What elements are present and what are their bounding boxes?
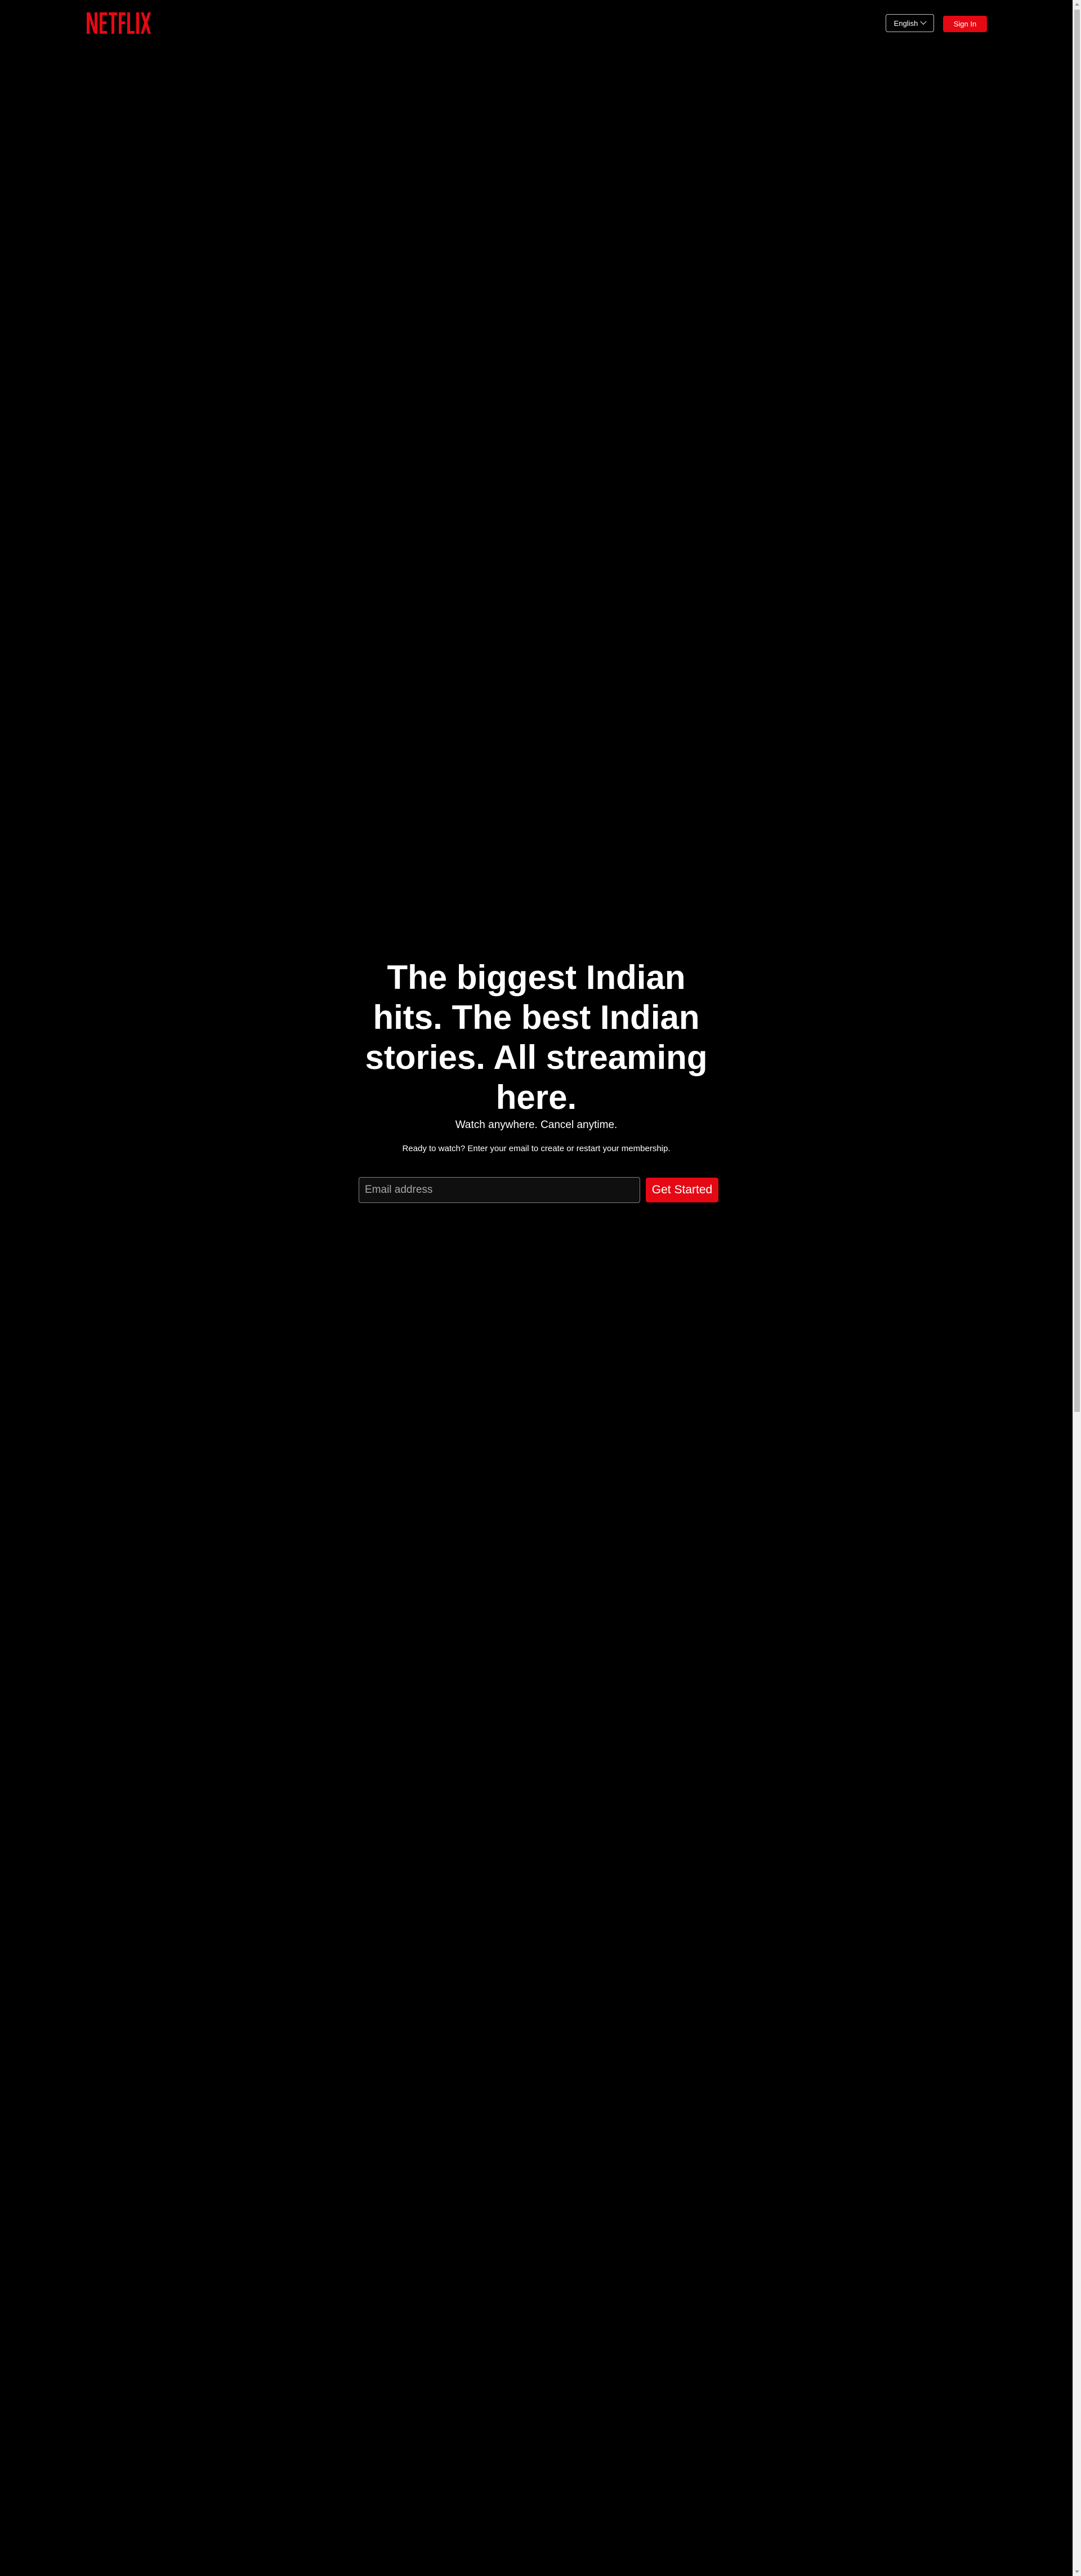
hero-section: The biggest Indian hits. The best Indian… — [349, 957, 723, 1155]
netflix-logo-icon — [87, 12, 151, 34]
scroll-up-arrow-icon[interactable] — [1075, 3, 1079, 6]
language-select[interactable]: English — [886, 14, 934, 32]
header: English Sign In — [0, 0, 1073, 47]
hero-subtitle: Watch anywhere. Cancel anytime. — [455, 1119, 618, 1131]
page: English Sign In The biggest Indian hits.… — [0, 0, 1073, 2576]
email-input[interactable] — [359, 1177, 640, 1203]
hero-title: The biggest Indian hits. The best Indian… — [365, 959, 708, 1116]
sign-in-button[interactable]: Sign In — [943, 16, 987, 32]
email-signup-form: Get Started — [359, 1177, 719, 1204]
language-select-value: English — [894, 19, 918, 28]
scroll-down-arrow-icon[interactable] — [1075, 2570, 1079, 2573]
scroll-thumb[interactable] — [1074, 10, 1080, 1412]
netflix-logo[interactable] — [87, 11, 170, 35]
vertical-scrollbar[interactable] — [1073, 0, 1081, 2576]
chevron-down-icon — [920, 18, 927, 25]
hero-cta-text: Ready to watch? Enter your email to crea… — [402, 1144, 671, 1153]
get-started-button[interactable]: Get Started — [646, 1178, 718, 1202]
